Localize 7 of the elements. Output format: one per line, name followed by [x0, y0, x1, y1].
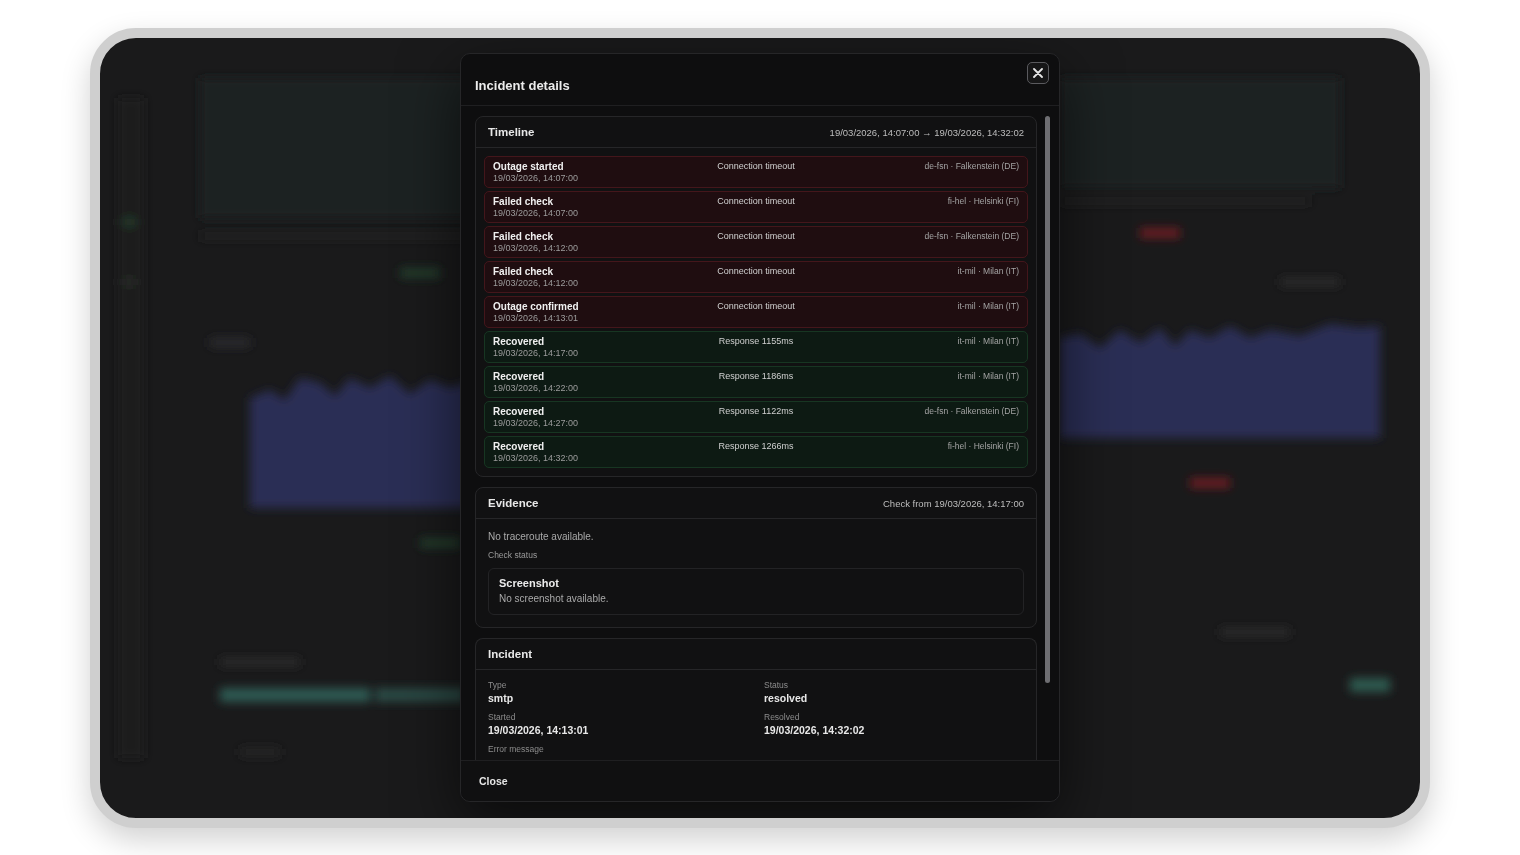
- field-label: Started: [488, 712, 516, 722]
- field-value: 19/03/2026, 14:13:01: [488, 724, 589, 736]
- close-icon: [1033, 68, 1043, 78]
- field-value: 19/03/2026, 14:32:02: [764, 724, 865, 736]
- field-label: Resolved: [764, 712, 800, 722]
- field-label: Error message: [488, 744, 544, 754]
- close-button[interactable]: Close: [471, 769, 516, 793]
